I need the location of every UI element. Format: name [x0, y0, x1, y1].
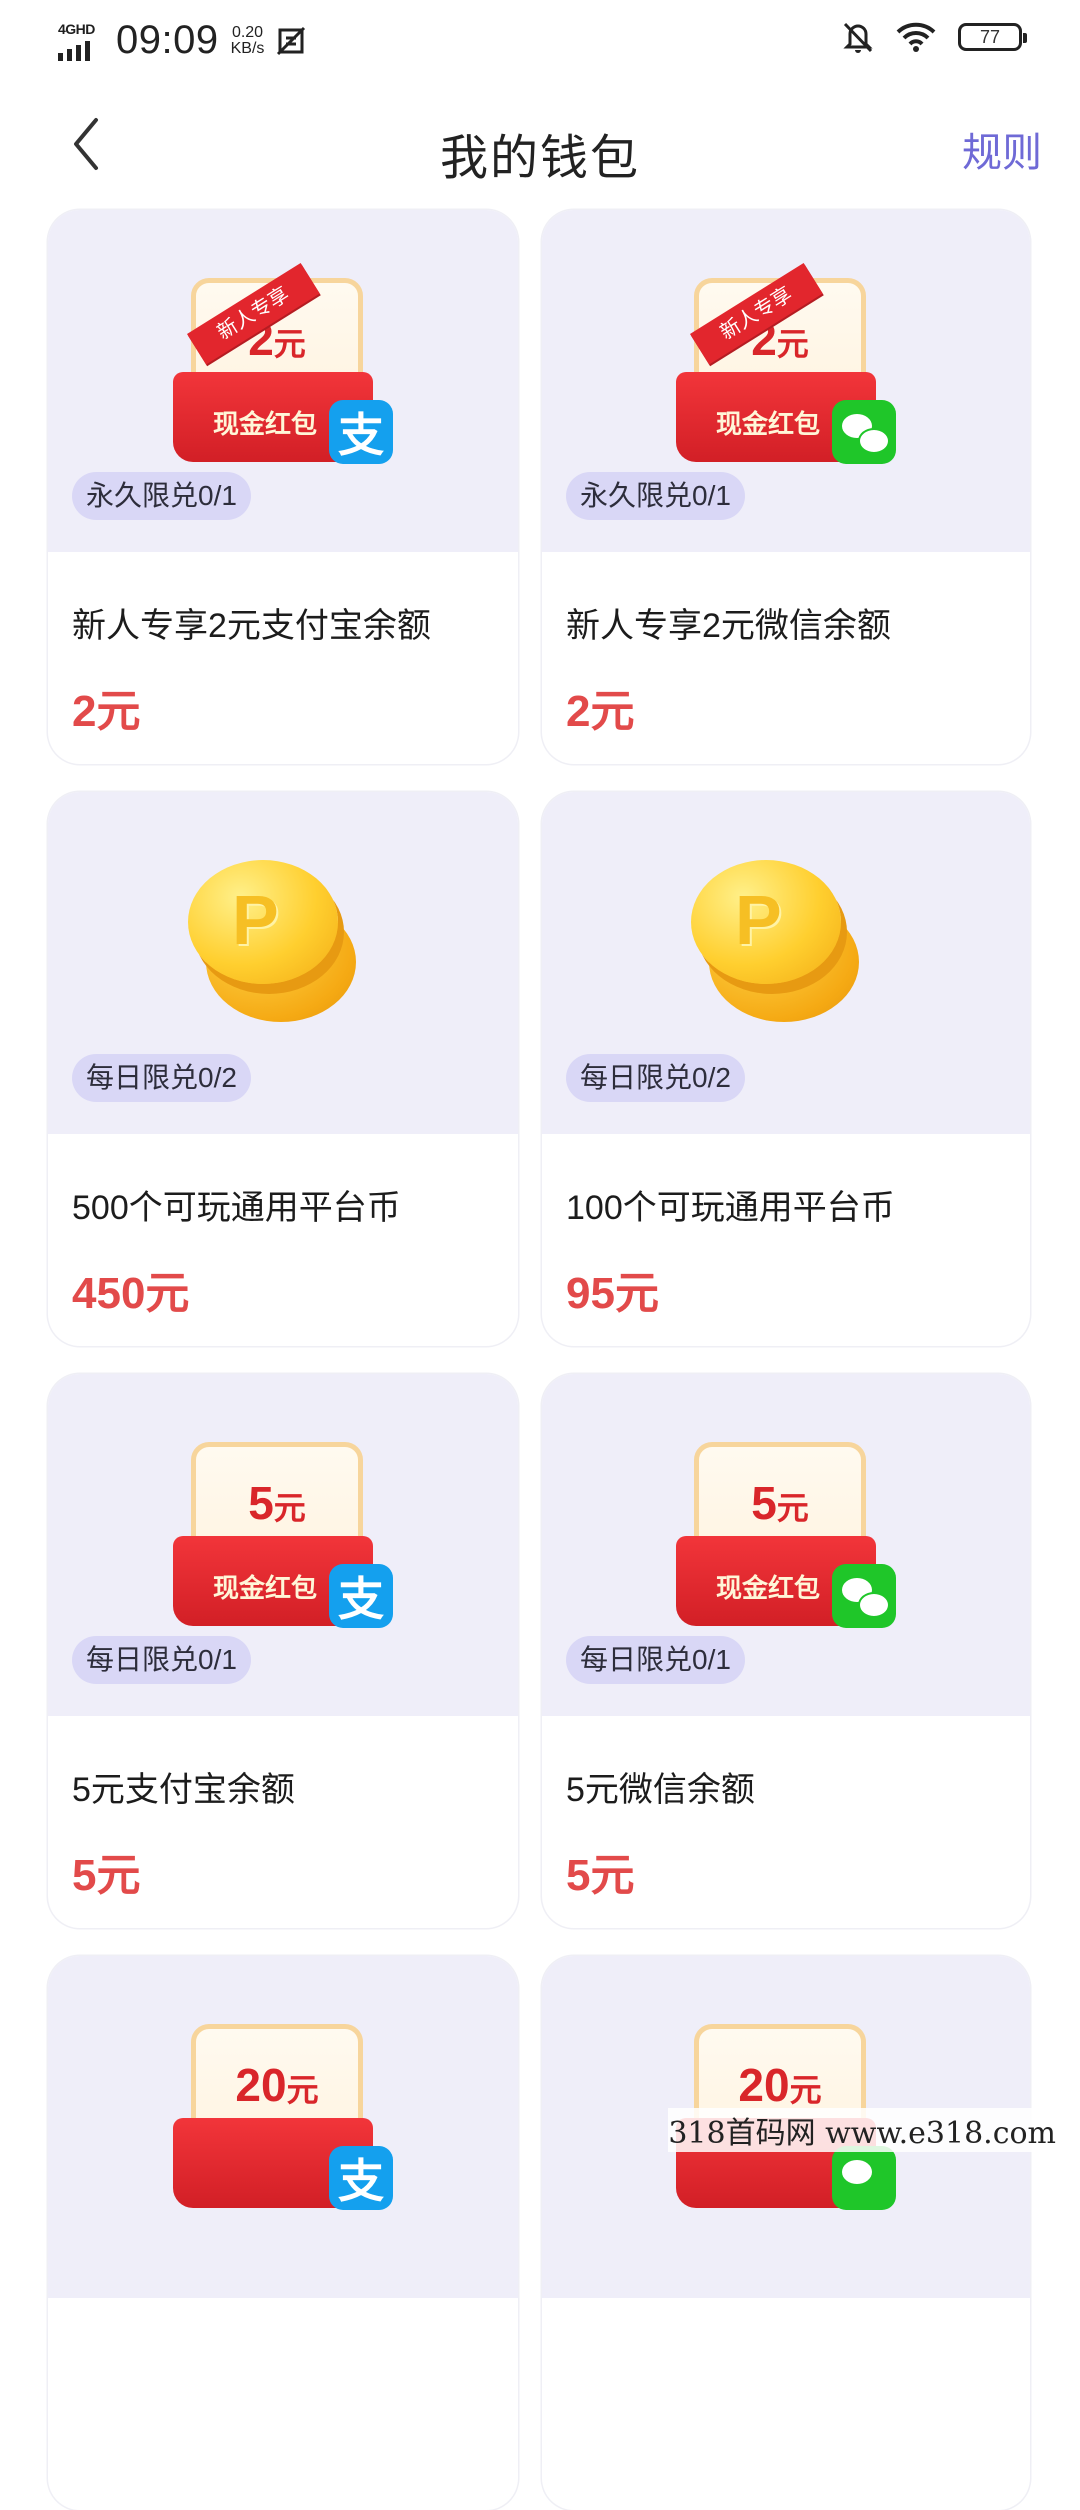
packet-amount: 20元 — [235, 2059, 319, 2111]
bell-off-icon — [843, 22, 873, 53]
reward-card[interactable]: P 每日限兑0/2 100个可玩通用平台币 95元 — [542, 792, 1030, 1346]
card-image-area: 5元 现金红包 每日限兑0/1 — [542, 1374, 1030, 1716]
red-packet-image: 20元 支 — [173, 2022, 393, 2210]
alipay-icon: 支 — [329, 2146, 393, 2210]
coin-stack-icon: P — [691, 852, 881, 1032]
network-speed: 0.20 KB/s — [230, 23, 265, 57]
wechat-icon — [832, 1564, 896, 1628]
card-price: 5元 — [566, 1851, 635, 1900]
packet-amount: 5元 — [248, 1477, 306, 1529]
card-title: 新人专享2元支付宝余额 — [72, 607, 431, 645]
speed-value: 0.20 — [231, 23, 264, 41]
card-image-area: P 每日限兑0/2 — [542, 792, 1030, 1134]
wallet-item-grid: 2元 新人专享 现金红包 支 永久限兑0/1 新人专享2元支付宝余额 2元 2元… — [48, 210, 1032, 2510]
reward-card[interactable]: 5元 现金红包 支 每日限兑0/1 5元支付宝余额 5元 — [48, 1374, 518, 1928]
card-title: 500个可玩通用平台币 — [72, 1189, 401, 1227]
card-image-area: 5元 现金红包 支 每日限兑0/1 — [48, 1374, 518, 1716]
card-price: 2元 — [72, 687, 141, 736]
red-packet-image: 5元 现金红包 — [676, 1440, 896, 1628]
card-image-area: 20元 支 — [48, 1956, 518, 2298]
card-title: 新人专享2元微信余额 — [566, 607, 891, 645]
limit-badge: 每日限兑0/2 — [72, 1054, 251, 1102]
reward-card[interactable]: 20元 支 — [48, 1956, 518, 2510]
card-price: 5元 — [72, 1851, 141, 1900]
card-image-area: P 每日限兑0/2 — [48, 792, 518, 1134]
card-price: 450元 — [72, 1269, 190, 1318]
reward-card[interactable]: 2元 新人专享 现金红包 永久限兑0/1 新人专享2元微信余额 2元 — [542, 210, 1030, 764]
network-type: 4GHD — [58, 20, 95, 37]
limit-badge: 永久限兑0/1 — [566, 472, 745, 520]
status-right: 77 — [842, 20, 1027, 54]
watermark: 318首码网 www.e318.com — [668, 2108, 1056, 2152]
status-time: 09:09 — [116, 18, 219, 62]
reward-card[interactable]: P 每日限兑0/2 500个可玩通用平台币 450元 — [48, 792, 518, 1346]
status-left: 4GHD 09:09 0.20 KB/s — [58, 18, 306, 63]
card-price: 2元 — [566, 687, 635, 736]
packet-label: 现金红包 — [716, 409, 821, 439]
limit-badge: 每日限兑0/2 — [566, 1054, 745, 1102]
card-price: 95元 — [566, 1269, 659, 1318]
red-packet-image: 2元 新人专享 现金红包 — [676, 262, 896, 464]
reward-card[interactable]: 5元 现金红包 每日限兑0/1 5元微信余额 5元 — [542, 1374, 1030, 1928]
battery-level: 77 — [979, 26, 1001, 47]
page-title: 我的钱包 — [439, 132, 640, 185]
red-packet-image: 2元 新人专享 现金红包 支 — [173, 262, 393, 464]
wifi-icon — [896, 22, 936, 52]
rules-link[interactable]: 规则 — [962, 120, 1042, 178]
nav-bar: 我的钱包 规则 — [0, 96, 1080, 192]
coin-letter: P — [232, 881, 279, 959]
coin-stack-icon: P — [188, 852, 378, 1032]
card-title: 5元微信余额 — [566, 1771, 755, 1809]
alipay-icon: 支 — [329, 400, 393, 464]
alipay-icon: 支 — [329, 1564, 393, 1628]
packet-label: 现金红包 — [716, 1573, 821, 1603]
limit-badge: 永久限兑0/1 — [72, 472, 251, 520]
card-image-area: 2元 新人专享 现金红包 永久限兑0/1 — [542, 210, 1030, 552]
packet-label: 现金红包 — [213, 409, 318, 439]
packet-label: 现金红包 — [213, 1573, 318, 1603]
reward-card[interactable]: 2元 新人专享 现金红包 支 永久限兑0/1 新人专享2元支付宝余额 2元 — [48, 210, 518, 764]
packet-amount: 5元 — [751, 1477, 809, 1529]
card-image-area: 2元 新人专享 现金红包 支 永久限兑0/1 — [48, 210, 518, 552]
signal-icon: 4GHD — [58, 21, 104, 61]
packet-amount: 20元 — [738, 2059, 822, 2111]
limit-badge: 每日限兑0/1 — [566, 1636, 745, 1684]
coin-letter: P — [735, 881, 782, 959]
limit-badge: 每日限兑0/1 — [72, 1636, 251, 1684]
battery-icon: 77 — [958, 23, 1027, 51]
screenshot-icon — [277, 26, 306, 55]
red-packet-image: 5元 现金红包 支 — [173, 1440, 393, 1628]
card-title: 5元支付宝余额 — [72, 1771, 295, 1809]
status-bar: 4GHD 09:09 0.20 KB/s 77 — [0, 0, 1080, 84]
card-title: 100个可玩通用平台币 — [566, 1189, 895, 1227]
wechat-icon — [832, 2146, 896, 2210]
wechat-icon — [832, 400, 896, 464]
reward-card[interactable]: 20元 — [542, 1956, 1030, 2510]
speed-unit: KB/s — [230, 39, 265, 57]
